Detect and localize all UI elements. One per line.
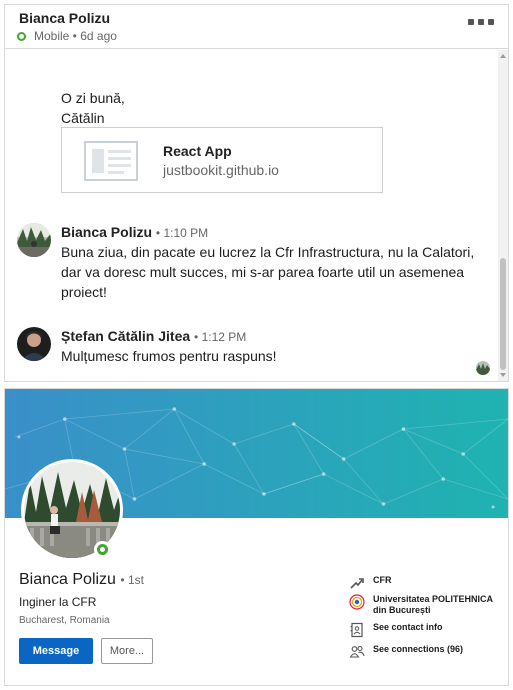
profile-location: Bucharest, Romania (19, 615, 110, 626)
more-button[interactable]: More... (101, 638, 153, 664)
message-text: O zi bună, Cătălin (61, 90, 125, 126)
presence-text: Mobile • 6d ago (34, 29, 117, 43)
message-time: • 1:12 PM (194, 330, 247, 344)
trend-arrow-icon (350, 578, 364, 589)
conversation-panel: Bianca Polizu Mobile • 6d ago O zi bună,… (4, 4, 509, 382)
contact-info-link[interactable]: See contact info (349, 622, 443, 638)
link-title[interactable]: React App (163, 143, 232, 159)
profile-card: Bianca Polizu • 1st Inginer la CFR Bucha… (4, 388, 509, 686)
profile-headline: Inginer la CFR (19, 595, 97, 609)
connections-label[interactable]: See connections (96) (373, 644, 463, 655)
university-logo-icon (349, 594, 365, 610)
current-company[interactable]: CFR (349, 575, 392, 591)
read-receipt-avatar (476, 361, 490, 375)
message-button[interactable]: Message (19, 638, 93, 664)
profile-name[interactable]: Bianca Polizu (19, 571, 116, 588)
online-status-icon (94, 541, 111, 558)
profile-name-line: Bianca Polizu • 1st (19, 571, 144, 589)
connections-link[interactable]: See connections (96) (349, 644, 463, 660)
presence-icon (17, 31, 26, 41)
people-icon (349, 645, 365, 658)
message-author[interactable]: Bianca Polizu (61, 224, 152, 240)
avatar[interactable] (17, 327, 51, 361)
message-text: Mulțumesc frumos pentru raspuns! (61, 348, 277, 364)
link-url[interactable]: justbookit.github.io (163, 162, 279, 178)
contact-info-label[interactable]: See contact info (373, 622, 443, 633)
scroll-up-icon[interactable] (500, 54, 506, 58)
link-preview-card[interactable]: React App justbookit.github.io (61, 127, 383, 193)
message-header: Ștefan Cătălin Jitea • 1:12 PM (61, 328, 246, 344)
scroll-down-icon[interactable] (500, 373, 506, 377)
scrollbar[interactable] (498, 50, 508, 381)
scrollbar-thumb[interactable] (500, 258, 506, 370)
document-icon (84, 141, 138, 181)
message-text: Buna ziua, din pacate eu lucrez la Cfr I… (61, 244, 475, 300)
more-options-icon[interactable] (468, 15, 494, 29)
avatar[interactable] (17, 223, 51, 257)
message-list: O zi bună, Cătălin React App justbookit.… (5, 50, 498, 381)
conversation-header: Bianca Polizu Mobile • 6d ago (5, 5, 508, 49)
message-header: Bianca Polizu • 1:10 PM (61, 224, 208, 240)
message-author[interactable]: Ștefan Cătălin Jitea (61, 328, 190, 344)
contact-name[interactable]: Bianca Polizu (19, 10, 110, 26)
message-time: • 1:10 PM (155, 226, 209, 240)
school-name[interactable]: Universitatea POLITEHNICA din București (373, 594, 497, 616)
education[interactable]: Universitatea POLITEHNICA din București (349, 594, 497, 616)
connection-degree: • 1st (120, 573, 144, 587)
company-name[interactable]: CFR (373, 575, 392, 586)
contact-card-icon (350, 622, 363, 638)
presence-status: Mobile • 6d ago (17, 29, 117, 43)
